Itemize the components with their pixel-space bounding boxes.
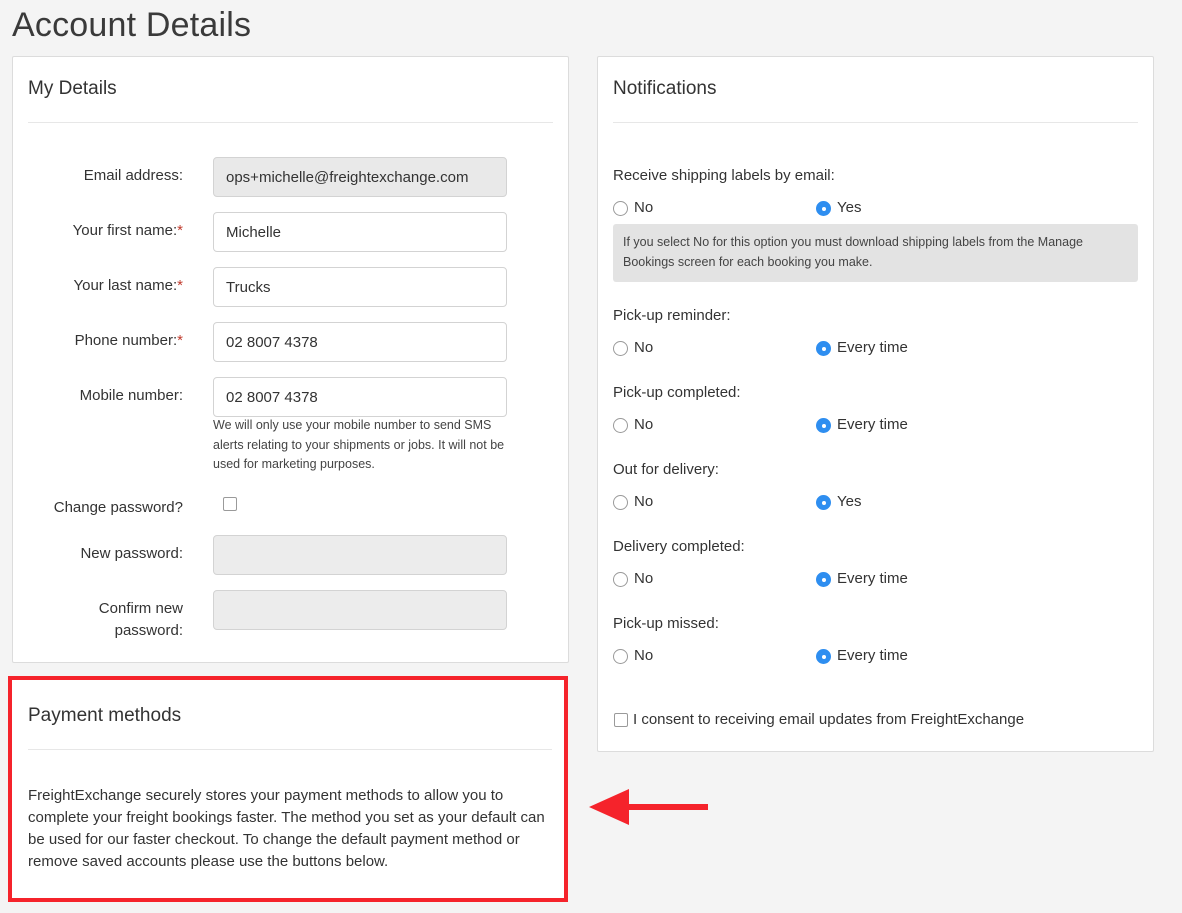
- shipping-labels-yes-radio[interactable]: [816, 201, 831, 216]
- notifications-panel: Notifications Receive shipping labels by…: [597, 56, 1154, 752]
- annotation-arrow-shaft: [620, 804, 708, 810]
- mobile-field[interactable]: [213, 377, 507, 417]
- pickup-reminder-no-radio[interactable]: [613, 341, 628, 356]
- shipping-labels-info: If you select No for this option you mus…: [613, 224, 1138, 282]
- consent-label: I consent to receiving email updates fro…: [633, 711, 1025, 728]
- pickup-completed-no-radio[interactable]: [613, 418, 628, 433]
- required-mark: *: [177, 277, 183, 294]
- phone-label: Phone number:*: [74, 332, 183, 349]
- page-title: Account Details: [12, 6, 252, 44]
- payment-methods-panel: Payment methods FreightExchange securely…: [8, 676, 568, 902]
- my-details-title: My Details: [28, 78, 117, 99]
- pickup-reminder-no-label: No: [634, 339, 654, 356]
- pickup-missed-no-label: No: [634, 647, 654, 664]
- my-details-panel: My Details Email address: Your first nam…: [12, 56, 569, 663]
- consent-checkbox[interactable]: [614, 713, 628, 727]
- divider: [28, 749, 552, 750]
- shipping-labels-yes-label: Yes: [837, 199, 862, 216]
- out-for-delivery-yes-radio[interactable]: [816, 495, 831, 510]
- pickup-missed-every-time-label: Every time: [837, 647, 908, 664]
- phone-field[interactable]: [213, 322, 507, 362]
- pickup-reminder-question: Pick-up reminder:: [613, 307, 731, 324]
- pickup-completed-question: Pick-up completed:: [613, 384, 741, 401]
- mobile-label: Mobile number:: [79, 387, 183, 404]
- mobile-help-text: We will only use your mobile number to s…: [213, 418, 505, 471]
- required-mark: *: [177, 332, 183, 349]
- out-for-delivery-no-label: No: [634, 493, 654, 510]
- out-for-delivery-yes-label: Yes: [837, 493, 862, 510]
- shipping-labels-no-radio[interactable]: [613, 201, 628, 216]
- email-field[interactable]: [213, 157, 507, 197]
- first-name-label: Your first name:*: [72, 222, 183, 239]
- change-password-checkbox[interactable]: [223, 497, 237, 511]
- new-password-field[interactable]: [213, 535, 507, 575]
- out-for-delivery-question: Out for delivery:: [613, 461, 719, 478]
- email-label: Email address:: [83, 167, 183, 184]
- confirm-password-field[interactable]: [213, 590, 507, 630]
- pickup-missed-every-time-radio[interactable]: [816, 649, 831, 664]
- last-name-field[interactable]: [213, 267, 507, 307]
- confirm-password-label: Confirm new password:: [98, 600, 183, 639]
- pickup-missed-no-radio[interactable]: [613, 649, 628, 664]
- change-password-label: Change password?: [53, 499, 183, 516]
- notifications-title: Notifications: [613, 78, 717, 99]
- divider: [28, 122, 553, 123]
- pickup-missed-question: Pick-up missed:: [613, 615, 719, 632]
- pickup-reminder-every-time-label: Every time: [837, 339, 908, 356]
- divider: [613, 122, 1138, 123]
- delivery-completed-question: Delivery completed:: [613, 538, 745, 555]
- out-for-delivery-no-radio[interactable]: [613, 495, 628, 510]
- delivery-completed-no-label: No: [634, 570, 654, 587]
- pickup-completed-every-time-label: Every time: [837, 416, 908, 433]
- pickup-reminder-every-time-radio[interactable]: [816, 341, 831, 356]
- payment-methods-title: Payment methods: [28, 705, 182, 726]
- delivery-completed-every-time-label: Every time: [837, 570, 908, 587]
- new-password-label: New password:: [80, 545, 183, 562]
- pickup-completed-every-time-radio[interactable]: [816, 418, 831, 433]
- shipping-labels-question: Receive shipping labels by email:: [613, 167, 835, 184]
- payment-methods-description: FreightExchange securely stores your pay…: [28, 787, 545, 870]
- last-name-label: Your last name:*: [73, 277, 183, 294]
- shipping-labels-no-label: No: [634, 199, 654, 216]
- delivery-completed-every-time-radio[interactable]: [816, 572, 831, 587]
- delivery-completed-no-radio[interactable]: [613, 572, 628, 587]
- pickup-completed-no-label: No: [634, 416, 654, 433]
- required-mark: *: [177, 222, 183, 239]
- first-name-field[interactable]: [213, 212, 507, 252]
